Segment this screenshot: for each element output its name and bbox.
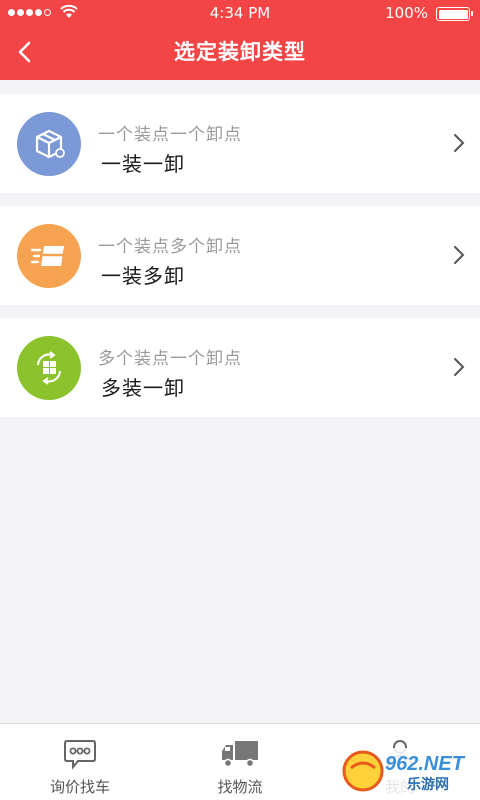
option-label: 一装多卸 bbox=[101, 264, 185, 288]
tab-inquiry[interactable]: 询价找车 bbox=[0, 724, 160, 800]
header-bar: 4:34 PM 100% 选定装卸类型 bbox=[0, 0, 480, 80]
icon-circle bbox=[17, 112, 81, 176]
battery-icon bbox=[436, 7, 473, 21]
watermark-subtext: 乐游网 bbox=[407, 776, 449, 793]
status-bar: 4:34 PM 100% bbox=[0, 0, 480, 26]
option-one-load-one-unload[interactable]: 一个装点一个卸点 一装一卸 bbox=[0, 94, 480, 193]
box-icon bbox=[35, 129, 65, 159]
boxes-cycle-icon bbox=[36, 351, 62, 385]
option-label: 多装一卸 bbox=[101, 376, 185, 400]
battery-percent: 100% bbox=[385, 4, 428, 22]
option-one-load-multi-unload[interactable]: 一个装点多个卸点 一装多卸 bbox=[0, 206, 480, 305]
icon-circle bbox=[17, 336, 81, 400]
chevron-right-icon bbox=[454, 134, 465, 152]
icon-circle bbox=[17, 224, 81, 288]
truck-icon bbox=[222, 741, 258, 768]
option-multi-load-one-unload[interactable]: 多个装点一个卸点 多装一卸 bbox=[0, 318, 480, 417]
option-list: 一个装点一个卸点 一装一卸 一个装点多个卸点 一装多卸 多个装点一个卸点 多装一… bbox=[0, 94, 480, 430]
tab-label: 找物流 bbox=[217, 778, 263, 796]
option-subtitle: 多个装点一个卸点 bbox=[98, 349, 242, 369]
option-subtitle: 一个装点多个卸点 bbox=[98, 237, 242, 257]
page-title: 选定装卸类型 bbox=[174, 40, 306, 64]
tab-logistics[interactable]: 找物流 bbox=[160, 724, 320, 800]
watermark-logo: 962.NET 乐游网 bbox=[341, 748, 468, 794]
chevron-right-icon bbox=[454, 246, 465, 264]
fast-box-icon bbox=[30, 246, 64, 266]
option-label: 一装一卸 bbox=[101, 152, 185, 176]
watermark-text: 962.NET bbox=[385, 753, 466, 775]
chat-icon bbox=[64, 740, 96, 770]
tab-label: 询价找车 bbox=[49, 778, 110, 796]
option-subtitle: 一个装点一个卸点 bbox=[98, 125, 242, 145]
chevron-right-icon bbox=[454, 358, 465, 376]
